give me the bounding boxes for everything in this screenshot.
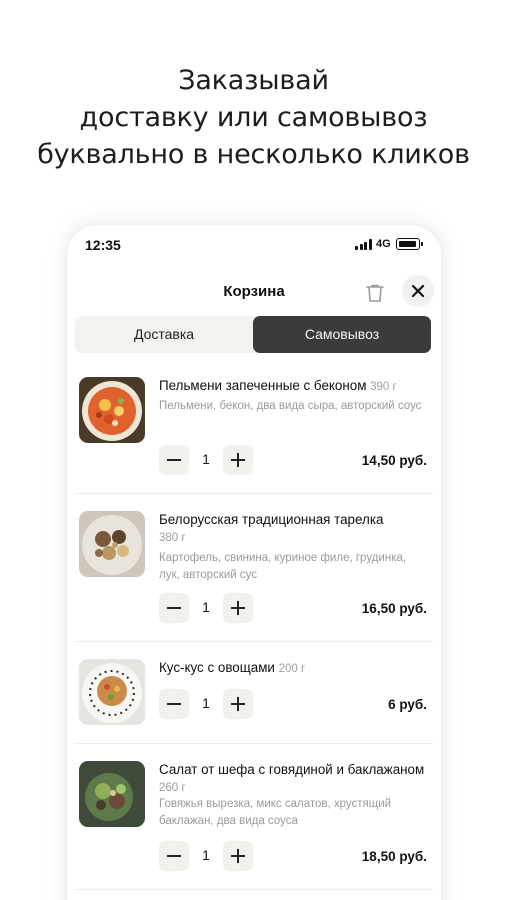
increase-button[interactable] [223,445,253,475]
headline-line-2: доставку или самовывоз [79,102,428,133]
quantity-stepper: 1 [159,841,255,873]
divider [75,889,433,890]
close-button[interactable] [402,275,434,307]
dish-name-text: Кус-кус с овощами [159,660,275,675]
dish-description: Говяжья вырезка, микс салатов, хрустящий… [159,798,392,827]
quantity-stepper: 1 [159,689,255,721]
tab-pickup[interactable]: Самовывоз [253,316,431,353]
headline-line-1: Заказывай [178,65,329,96]
dish-image [79,511,145,577]
divider [75,743,433,744]
network-label: 4G [376,238,391,250]
item-price: 16,50 руб. [361,601,427,616]
item-price: 14,50 руб. [361,453,427,468]
decrease-button[interactable] [159,841,189,871]
dish-name-text: Белорусская традиционная тарелка [159,512,384,527]
divider [75,641,433,642]
decrease-button[interactable] [159,445,189,475]
divider [75,493,433,494]
status-time: 12:35 [85,237,121,253]
quantity-value: 1 [202,600,210,615]
quantity-value: 1 [202,452,210,467]
increase-button[interactable] [223,593,253,623]
phone-screen: 12:35 4G Корзина Доставка Самовывоз Пель… [67,225,441,900]
dish-weight: 200 г [278,663,306,675]
item-price: 18,50 руб. [361,849,427,864]
quantity-stepper: 1 [159,445,255,477]
dish-image [79,659,145,725]
dish-description: Пельмени, бекон, два вида сыра, авторски… [159,400,422,412]
dish-weight: 390 г [370,381,397,393]
dish-weight: 380 г [159,532,186,544]
signal-icon [355,239,372,250]
dish-name: Кус-кус с овощами 200 г [159,659,429,678]
quantity-value: 1 [202,696,210,711]
close-icon [411,284,425,298]
increase-button[interactable] [223,689,253,719]
quantity-stepper: 1 [159,593,255,625]
dish-name: Салат от шефа с говядиной и баклажаном 2… [159,761,429,797]
dish-name: Пельмени запеченные с беконом 390 г [159,377,429,396]
dish-name-text: Салат от шефа с говядиной и баклажаном [159,762,425,777]
decrease-button[interactable] [159,689,189,719]
delivery-mode-toggle: Доставка Самовывоз [75,316,431,353]
dish-image [79,761,145,827]
cart-header: Корзина [67,273,441,313]
dish-name-text: Пельмени запеченные с беконом [159,378,367,393]
promo-headline: Заказывай доставку или самовывоз букваль… [0,62,507,173]
dish-image [79,377,145,443]
dish-description: Картофель, свинина, куриное филе, грудин… [159,552,407,581]
battery-icon [396,238,423,250]
dish-weight: 260 г [159,782,186,794]
headline-line-3: буквально в несколько кликов [37,139,470,170]
quantity-value: 1 [202,848,210,863]
dish-name: Белорусская традиционная тарелка 380 г [159,511,429,547]
tab-delivery[interactable]: Доставка [75,316,253,353]
status-bar: 12:35 4G [67,225,441,265]
trash-icon[interactable] [363,281,387,305]
decrease-button[interactable] [159,593,189,623]
increase-button[interactable] [223,841,253,871]
item-price: 6 руб. [388,697,427,712]
